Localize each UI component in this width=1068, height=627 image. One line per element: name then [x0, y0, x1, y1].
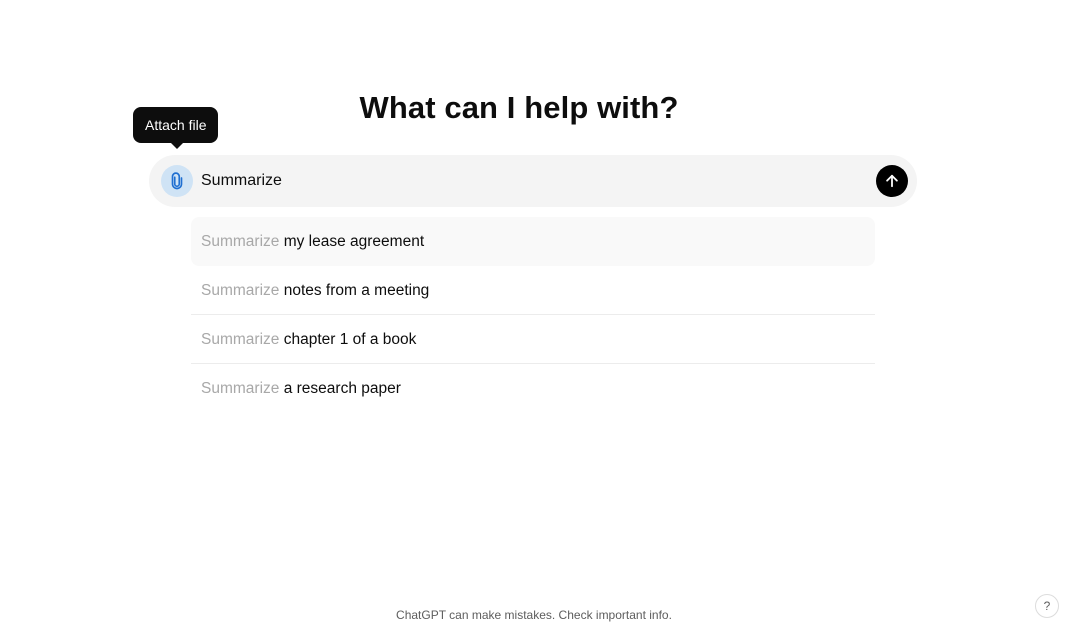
suggestion-text: notes from a meeting [283, 282, 430, 299]
disclaimer-text: ChatGPT can make mistakes. Check importa… [396, 608, 672, 622]
suggestion-list: Summarize my lease agreement Summarize n… [191, 217, 875, 413]
prompt-input[interactable] [201, 155, 861, 207]
tooltip-label: Attach file [145, 117, 207, 133]
suggestion-item[interactable]: Summarize notes from a meeting [191, 266, 875, 315]
send-button[interactable] [876, 165, 908, 197]
suggestion-prefix: Summarize [201, 331, 280, 348]
suggestion-text: my lease agreement [283, 233, 425, 250]
help-button[interactable]: ? [1035, 594, 1059, 618]
question-mark-icon: ? [1043, 599, 1051, 613]
suggestion-prefix: Summarize [201, 380, 280, 397]
suggestion-text: chapter 1 of a book [283, 331, 417, 348]
tooltip-arrow [171, 143, 183, 149]
suggestion-prefix: Summarize [201, 233, 280, 250]
prompt-composer [149, 155, 917, 207]
attach-file-button[interactable] [161, 165, 193, 197]
suggestion-prefix: Summarize [201, 282, 280, 299]
suggestion-item[interactable]: Summarize a research paper [191, 364, 875, 413]
arrow-up-icon [886, 174, 898, 188]
suggestion-text: a research paper [283, 380, 401, 397]
paperclip-icon [171, 172, 183, 190]
attach-file-tooltip: Attach file [133, 107, 219, 149]
suggestion-item[interactable]: Summarize my lease agreement [191, 217, 875, 266]
suggestion-item[interactable]: Summarize chapter 1 of a book [191, 315, 875, 364]
